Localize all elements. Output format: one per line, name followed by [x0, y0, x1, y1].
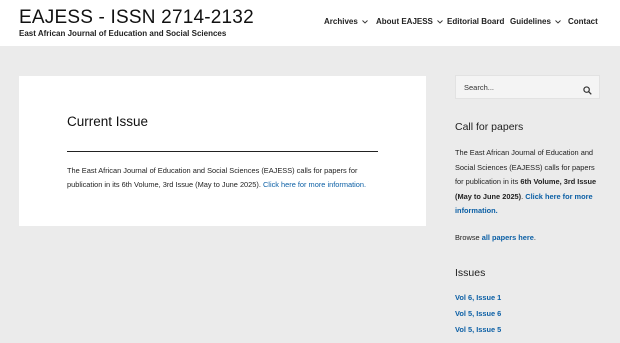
browse-text: Browse all papers here. [455, 233, 536, 242]
nav-item-label: Guidelines [510, 17, 551, 26]
chevron-down-icon [437, 17, 443, 26]
issues-heading: Issues [455, 267, 486, 279]
site-tagline: East African Journal of Education and So… [19, 29, 227, 38]
search-icon[interactable] [583, 82, 592, 100]
site-header: EAJESS - ISSN 2714-2132 East African Jou… [0, 0, 620, 46]
nav-item-label: About EAJESS [376, 17, 433, 26]
site-title[interactable]: EAJESS - ISSN 2714-2132 [19, 7, 254, 29]
all-papers-link[interactable]: all papers here [482, 233, 534, 242]
browse-suffix: . [533, 233, 536, 242]
page-title: Current Issue [67, 114, 149, 129]
search-input[interactable]: Search... [455, 75, 600, 99]
call-for-papers-text: The East African Journal of Education an… [67, 164, 385, 191]
chevron-down-icon [555, 17, 561, 26]
issue-link-vol6-issue1[interactable]: Vol 6, Issue 1 [455, 293, 501, 302]
nav-item-archives[interactable]: Archives [324, 17, 368, 26]
divider [67, 151, 378, 152]
nav-item-label: Archives [324, 17, 358, 26]
more-info-link[interactable]: Click here for more information. [263, 180, 366, 189]
call-for-papers-heading: Call for papers [455, 121, 524, 133]
issue-link-vol5-issue6[interactable]: Vol 5, Issue 6 [455, 309, 501, 318]
current-issue-card: Current Issue The East African Journal o… [19, 76, 426, 226]
browse-prefix: Browse [455, 233, 482, 242]
nav-item-about[interactable]: About EAJESS [376, 17, 443, 26]
nav-item-label: Editorial Board [447, 17, 505, 26]
nav-item-editorial-board[interactable]: Editorial Board [447, 17, 504, 26]
sidebar-call-text: The East African Journal of Education an… [455, 146, 603, 219]
chevron-down-icon [361, 17, 368, 26]
nav-item-contact[interactable]: Contact [568, 17, 598, 26]
issue-link-vol5-issue5[interactable]: Vol 5, Issue 5 [455, 325, 501, 334]
nav-item-guidelines[interactable]: Guidelines [510, 17, 561, 26]
nav-item-label: Contact [568, 17, 598, 26]
search-placeholder: Search... [464, 83, 495, 92]
